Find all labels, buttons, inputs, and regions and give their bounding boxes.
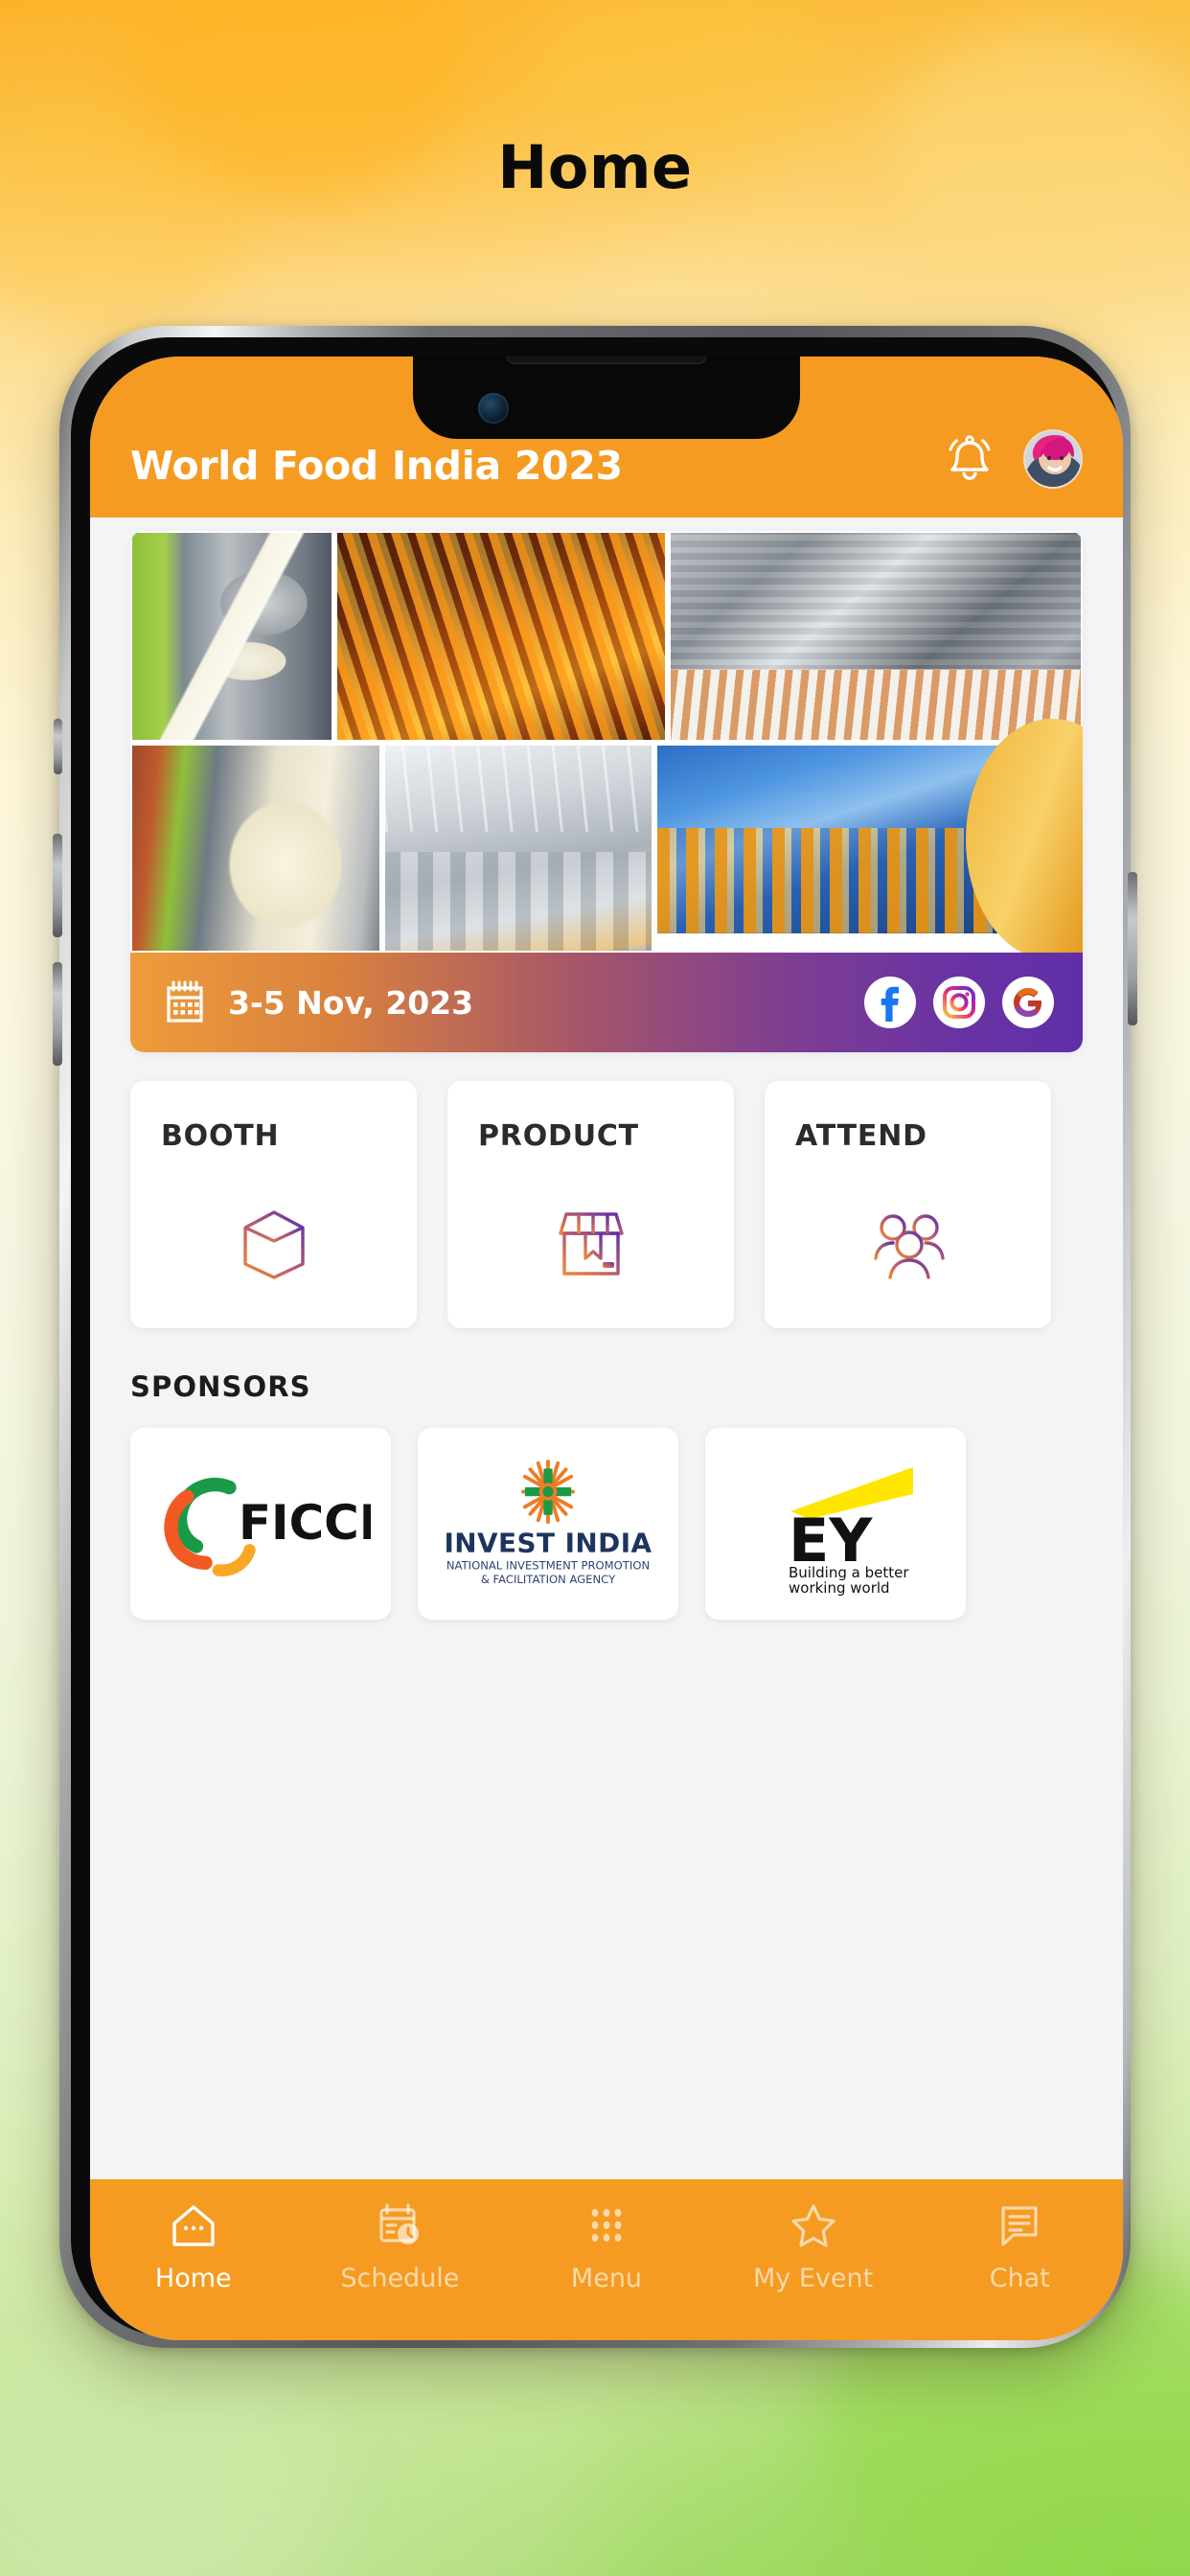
ey-logo: EY Building a better working world	[789, 1467, 913, 1596]
nav-label: Chat	[989, 2264, 1050, 2293]
nav-item-menu[interactable]: Menu	[503, 2200, 710, 2293]
svg-text:NATIONAL INVESTMENT PROMOTION: NATIONAL INVESTMENT PROMOTION	[446, 1558, 650, 1572]
page-title: Home	[497, 132, 693, 202]
page-background: Home World Food India 2023 3-5 Nov, 2023…	[0, 0, 1190, 2576]
svg-text:& FACILITATION AGENCY: & FACILITATION AGENCY	[481, 1573, 616, 1586]
sponsors-row: FICCI INVEST INDIA NATIONAL INVESTMENT P…	[130, 1428, 1123, 1620]
collage-tile-industrial-oven-cream-piping	[671, 533, 1081, 740]
collage-tile-juice-bottling-blue-machine	[657, 746, 1014, 933]
front-camera-icon	[478, 393, 509, 424]
bell-icon[interactable]	[943, 433, 996, 489]
sponsors-section-title: SPONSORS	[130, 1370, 311, 1403]
bottom-navigation: Home Schedule Menu My Event Chat	[90, 2179, 1123, 2340]
chat-icon	[1001, 2206, 1038, 2246]
nav-item-my-event[interactable]: My Event	[710, 2200, 917, 2293]
facebook-icon[interactable]	[864, 977, 916, 1028]
calendar-icon	[167, 980, 203, 1023]
ficci-logo: FICCI	[164, 1477, 371, 1576]
home-icon	[172, 2205, 215, 2246]
nav-label: Home	[154, 2264, 232, 2293]
nav-item-schedule[interactable]: Schedule	[297, 2200, 504, 2293]
sponsor-card-invest-india[interactable]: INVEST INDIA NATIONAL INVESTMENT PROMOTI…	[418, 1428, 678, 1620]
quick-links-row: BOOTH PRODUCT ATTEND	[130, 1081, 1123, 1328]
phone-body: World Food India 2023 3-5 Nov, 2023 BOOT…	[53, 326, 1137, 2348]
nav-label: Menu	[570, 2264, 643, 2293]
invest-india-logo: INVEST INDIA NATIONAL INVESTMENT PROMOTI…	[444, 1460, 652, 1586]
quick-card-label: ATTEND	[795, 1119, 927, 1153]
avatar[interactable]	[1023, 429, 1083, 489]
collage-tile-orange-bottles-conveyor	[337, 533, 665, 740]
sponsor-card-ey[interactable]: EY Building a better working world	[705, 1428, 966, 1620]
nav-item-chat[interactable]: Chat	[916, 2200, 1123, 2293]
volume-down-button[interactable]	[53, 962, 62, 1066]
nav-label: My Event	[752, 2264, 874, 2293]
event-date-label: 3-5 Nov, 2023	[228, 983, 474, 1022]
sponsor-card-ficci[interactable]: FICCI	[130, 1428, 391, 1620]
google-icon[interactable]	[1002, 977, 1054, 1028]
quick-card-booth[interactable]: BOOTH	[130, 1081, 417, 1328]
svg-text:FICCI: FICCI	[239, 1494, 371, 1550]
phone-bezel: World Food India 2023 3-5 Nov, 2023 BOOT…	[71, 337, 1123, 2340]
nav-item-home[interactable]: Home	[90, 2200, 297, 2293]
star-icon	[790, 2204, 835, 2247]
attendees-people-icon	[873, 1214, 945, 1279]
collage-tile-milk-pouring-into-steel-pot	[132, 533, 332, 740]
mute-switch[interactable]	[54, 719, 62, 774]
phone-screen: World Food India 2023 3-5 Nov, 2023 BOOT…	[90, 356, 1123, 2340]
phone-notch	[413, 356, 800, 439]
event-banner[interactable]: 3-5 Nov, 2023	[130, 531, 1083, 1052]
collage-tile-cheese-processing-gloved-hands	[132, 746, 379, 951]
quick-card-label: BOOTH	[161, 1119, 280, 1153]
product-package-icon	[558, 1212, 624, 1276]
app-title: World Food India 2023	[130, 443, 623, 489]
svg-text:INVEST INDIA: INVEST INDIA	[444, 1528, 652, 1559]
power-button[interactable]	[1128, 872, 1137, 1025]
grid-menu-icon	[591, 2208, 622, 2242]
booth-box-icon	[242, 1210, 305, 1279]
schedule-icon	[379, 2203, 420, 2244]
speaker-grille-icon	[506, 356, 707, 364]
quick-card-attendees[interactable]: ATTEND	[765, 1081, 1051, 1328]
quick-card-product[interactable]: PRODUCT	[447, 1081, 734, 1328]
svg-text:working world: working world	[789, 1579, 890, 1596]
volume-up-button[interactable]	[53, 834, 62, 937]
nav-label: Schedule	[340, 2264, 460, 2293]
phone-mockup: World Food India 2023 3-5 Nov, 2023 BOOT…	[53, 326, 1137, 2348]
quick-card-label: PRODUCT	[478, 1119, 639, 1153]
instagram-icon[interactable]	[933, 977, 985, 1028]
event-date-bar: 3-5 Nov, 2023	[130, 953, 1083, 1052]
image-collage	[130, 531, 1083, 953]
bg-blotch	[0, 2319, 345, 2576]
app-body: 3-5 Nov, 2023 BOOTH PRODUCT ATTEND SPONS…	[90, 531, 1123, 2179]
collage-tile-factory-interior-steel-tanks	[385, 746, 652, 951]
